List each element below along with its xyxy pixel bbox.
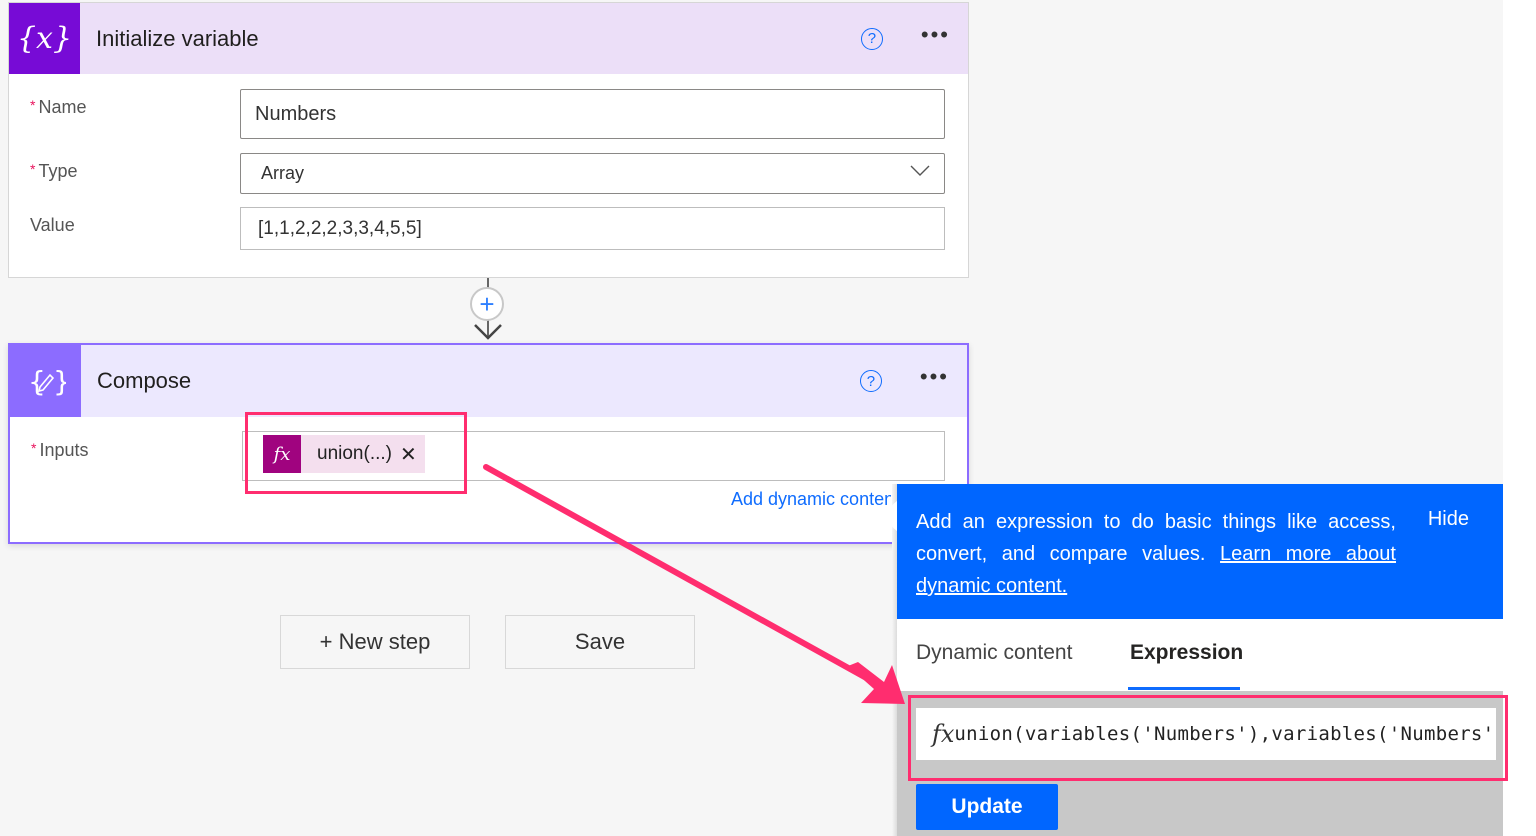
value-label: Value bbox=[30, 215, 75, 235]
banner-text: Add an expression to do basic things lik… bbox=[916, 506, 1396, 602]
name-label-text: Name bbox=[38, 97, 87, 117]
expression-token[interactable]: fx union(...) ✕ bbox=[263, 435, 425, 473]
update-button[interactable]: Update bbox=[916, 784, 1058, 830]
help-icon[interactable]: ? bbox=[860, 27, 883, 50]
arrow-down-icon bbox=[474, 324, 502, 340]
name-label: * Name bbox=[30, 97, 86, 118]
type-label-text: Type bbox=[38, 161, 78, 181]
svg-text:}: } bbox=[53, 365, 66, 398]
tab-expression[interactable]: Expression bbox=[1130, 641, 1243, 665]
variable-icon: {x} bbox=[9, 3, 80, 74]
inputs-field[interactable]: fx union(...) ✕ bbox=[242, 431, 945, 481]
card-header[interactable]: {x} Initialize variable ? ••• bbox=[9, 3, 968, 74]
required-mark: * bbox=[30, 161, 36, 177]
name-input[interactable]: Numbers bbox=[240, 89, 945, 139]
more-options-icon[interactable]: ••• bbox=[920, 366, 949, 396]
right-margin bbox=[1503, 0, 1536, 836]
insert-step-button[interactable]: + bbox=[470, 287, 504, 321]
initialize-variable-card: {x} Initialize variable ? ••• * Name Numb… bbox=[8, 2, 969, 278]
token-label: union(...) bbox=[317, 443, 392, 464]
help-icon[interactable]: ? bbox=[859, 370, 882, 392]
tab-dynamic-content[interactable]: Dynamic content bbox=[916, 641, 1072, 665]
type-select-value: Array bbox=[261, 163, 305, 183]
compose-icon: { } bbox=[10, 345, 81, 417]
function-icon: fx bbox=[263, 435, 301, 473]
expression-area: fx union(variables('Numbers'),variables(… bbox=[897, 691, 1503, 836]
new-step-button[interactable]: + New step bbox=[280, 615, 470, 669]
inputs-label-text: Inputs bbox=[39, 440, 89, 460]
card-title: Compose bbox=[97, 368, 192, 393]
type-label: * Type bbox=[30, 161, 77, 182]
add-dynamic-content-link[interactable]: Add dynamic content bbox=[731, 489, 891, 510]
required-mark: * bbox=[31, 440, 37, 456]
close-icon[interactable]: ✕ bbox=[400, 442, 417, 467]
dynamic-content-panel: Add an expression to do basic things lik… bbox=[897, 484, 1503, 836]
card-title: Initialize variable bbox=[96, 25, 259, 51]
variable-icon-glyph: {x} bbox=[16, 21, 73, 56]
inputs-label: * Inputs bbox=[31, 440, 89, 461]
card-header[interactable]: { } Compose ? ••• bbox=[10, 345, 967, 417]
more-options-icon[interactable]: ••• bbox=[921, 23, 950, 54]
type-select[interactable]: Array bbox=[240, 153, 945, 194]
compose-card: { } Compose ? ••• *Inputs fx union(...) … bbox=[8, 343, 969, 544]
value-input[interactable]: [1,1,2,2,2,3,3,4,5,5] bbox=[240, 207, 945, 250]
panel-caret bbox=[880, 500, 898, 532]
save-button[interactable]: Save bbox=[505, 615, 695, 669]
panel-tabs: Dynamic content Expression bbox=[897, 619, 1503, 691]
info-banner: Add an expression to do basic things lik… bbox=[897, 484, 1503, 619]
expression-text: union(variables('Numbers'),variables('Nu… bbox=[954, 723, 1496, 745]
required-mark: * bbox=[30, 97, 36, 113]
function-icon: fx bbox=[932, 720, 955, 748]
hide-button[interactable]: Hide bbox=[1428, 508, 1469, 531]
compose-glyph-icon: { } bbox=[28, 365, 66, 398]
chevron-down-icon bbox=[910, 165, 930, 176]
svg-text:{: { bbox=[28, 365, 46, 398]
expression-input[interactable]: fx union(variables('Numbers'),variables(… bbox=[916, 708, 1496, 760]
active-tab-indicator bbox=[1128, 687, 1240, 690]
